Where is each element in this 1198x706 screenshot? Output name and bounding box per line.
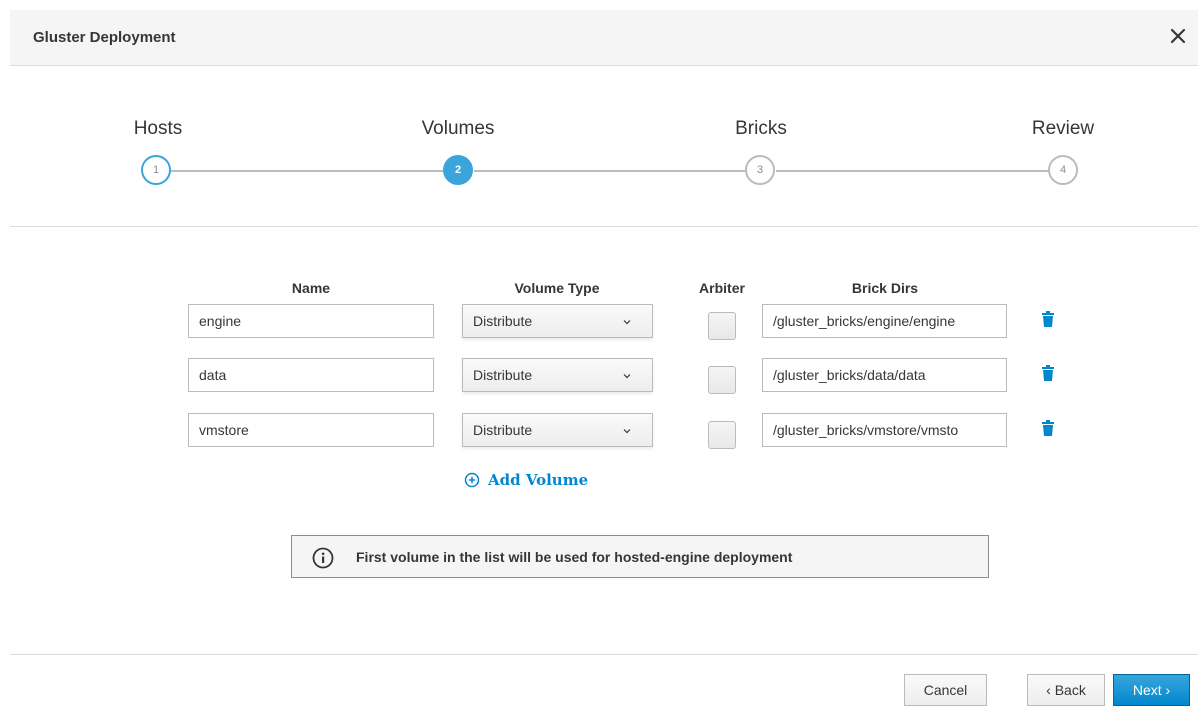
column-header-arbiter: Arbiter — [699, 280, 745, 296]
step-number: 4 — [1059, 164, 1067, 176]
brick-dir-input[interactable] — [762, 358, 1007, 392]
volume-name-input[interactable] — [188, 413, 434, 447]
chevron-down-icon — [623, 429, 631, 434]
volume-type-select[interactable]: Distribute — [462, 358, 653, 392]
trash-icon[interactable] — [1041, 311, 1055, 327]
arbiter-checkbox[interactable] — [708, 312, 736, 340]
add-volume-link[interactable]: Add Volume — [464, 470, 588, 490]
volume-type-value: Distribute — [473, 313, 533, 329]
step-number: 2 — [454, 164, 462, 176]
info-icon — [312, 547, 334, 569]
volume-type-value: Distribute — [473, 367, 533, 383]
back-button[interactable]: ‹ Back — [1027, 674, 1105, 706]
brick-dir-input[interactable] — [762, 413, 1007, 447]
volume-type-value: Distribute — [473, 422, 533, 438]
volume-type-select[interactable]: Distribute — [462, 304, 653, 338]
step-label-volumes: Volumes — [421, 118, 495, 139]
next-button-label: Next › — [1132, 682, 1171, 698]
dialog-header: Gluster Deployment — [10, 10, 1198, 66]
brick-dir-input[interactable] — [762, 304, 1007, 338]
step-label-hosts: Hosts — [133, 118, 183, 139]
cancel-button-label: Cancel — [923, 682, 968, 698]
info-alert: First volume in the list will be used fo… — [291, 535, 989, 578]
step-number: 3 — [756, 164, 764, 176]
chevron-down-icon — [623, 374, 631, 379]
step-review[interactable]: 4 — [1048, 155, 1078, 185]
step-volumes[interactable]: 2 — [443, 155, 473, 185]
chevron-down-icon — [623, 320, 631, 325]
step-hosts[interactable]: 1 — [141, 155, 171, 185]
step-number: 1 — [152, 164, 160, 176]
step-label-bricks: Bricks — [735, 118, 787, 139]
wizard-steps: Hosts Volumes Bricks Review 1 2 3 4 — [10, 66, 1198, 227]
next-button[interactable]: Next › — [1113, 674, 1190, 706]
cancel-button[interactable]: Cancel — [904, 674, 987, 706]
volume-name-input[interactable] — [188, 358, 434, 392]
arbiter-checkbox[interactable] — [708, 421, 736, 449]
dialog-title: Gluster Deployment — [33, 29, 176, 46]
column-header-volume-type: Volume Type — [514, 280, 600, 296]
trash-icon[interactable] — [1041, 365, 1055, 381]
volume-name-input[interactable] — [188, 304, 434, 338]
back-button-label: ‹ Back — [1046, 682, 1086, 698]
footer-divider — [10, 654, 1198, 655]
info-message: First volume in the list will be used fo… — [356, 549, 793, 565]
add-volume-label: Add Volume — [488, 471, 589, 489]
column-header-name: Name — [291, 280, 331, 296]
step-label-review: Review — [1031, 118, 1095, 139]
step-bricks[interactable]: 3 — [745, 155, 775, 185]
trash-icon[interactable] — [1041, 420, 1055, 436]
arbiter-checkbox[interactable] — [708, 366, 736, 394]
step-connector — [170, 170, 458, 172]
step-connector — [474, 170, 760, 172]
step-connector — [776, 170, 1064, 172]
volume-type-select[interactable]: Distribute — [462, 413, 653, 447]
close-icon[interactable] — [1166, 24, 1192, 50]
add-circle-icon — [464, 472, 480, 488]
column-header-brick-dirs: Brick Dirs — [851, 280, 919, 296]
